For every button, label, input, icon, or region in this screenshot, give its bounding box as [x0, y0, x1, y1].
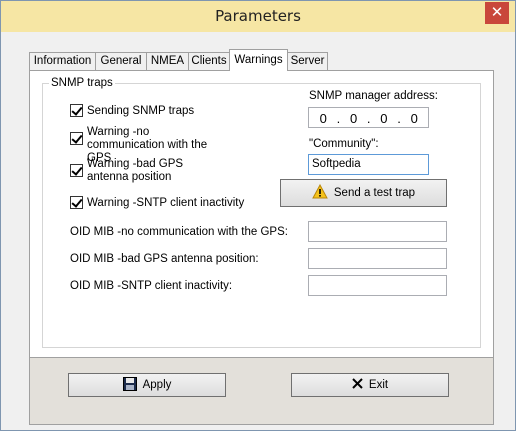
- x-icon: [352, 378, 363, 392]
- snmp-manager-address-label: SNMP manager address:: [309, 90, 438, 102]
- community-input[interactable]: Softpedia: [308, 154, 429, 175]
- tab-server[interactable]: Server: [287, 52, 328, 70]
- send-test-trap-label: Send a test trap: [333, 187, 416, 199]
- group-title: SNMP traps: [49, 77, 115, 89]
- checkbox-label: Sending SNMP traps: [87, 105, 195, 117]
- warning-sntp-inactivity-checkbox[interactable]: [70, 196, 83, 209]
- parameters-window: Parameters ✕ Information General NMEA Cl…: [0, 0, 516, 431]
- oid-sntp-inactivity-input[interactable]: [308, 275, 447, 296]
- oid-no-communication-label: OID MIB -no communication with the GPS:: [70, 226, 288, 238]
- close-icon: ✕: [490, 3, 504, 21]
- tab-general[interactable]: General: [95, 52, 147, 70]
- ip-dot: .: [366, 111, 372, 126]
- dialog-client-area: Information General NMEA Clients Warning…: [9, 32, 509, 425]
- tab-warnings[interactable]: Warnings: [229, 49, 288, 71]
- oid-sntp-inactivity-label: OID MIB -SNTP client inactivity:: [70, 280, 233, 292]
- ip-octet: 0: [380, 111, 388, 126]
- ip-dot: .: [397, 111, 402, 126]
- warning-no-communication-checkbox[interactable]: [70, 132, 83, 145]
- exit-label: Exit: [368, 379, 389, 391]
- ip-octet: 0: [319, 111, 328, 126]
- warning-icon: [312, 183, 328, 202]
- close-button[interactable]: ✕: [485, 2, 509, 24]
- community-label: "Community":: [309, 138, 379, 150]
- warnings-tab-panel: SNMP traps Sending SNMP traps Warning -n…: [29, 70, 494, 362]
- button-bar: Apply Exit: [29, 357, 494, 425]
- ip-octet: 0: [410, 111, 419, 126]
- checkbox-label: Warning -bad GPS antenna position: [87, 158, 184, 183]
- oid-bad-antenna-input[interactable]: [308, 248, 447, 269]
- apply-button[interactable]: Apply: [68, 373, 226, 397]
- oid-no-communication-input[interactable]: [308, 221, 447, 242]
- ip-octet: 0: [349, 111, 358, 126]
- ip-dot: .: [336, 111, 341, 126]
- sending-snmp-traps-checkbox[interactable]: [70, 104, 83, 117]
- checkbox-label: Warning -SNTP client inactivity: [87, 197, 245, 209]
- snmp-traps-group: SNMP traps Sending SNMP traps Warning -n…: [42, 77, 481, 348]
- community-value: Softpedia: [312, 158, 361, 170]
- window-title: Parameters: [215, 7, 301, 25]
- floppy-disk-icon: [122, 376, 137, 394]
- warning-bad-antenna-checkbox[interactable]: [70, 164, 83, 177]
- send-test-trap-button[interactable]: Send a test trap: [280, 179, 447, 207]
- oid-bad-antenna-label: OID MIB -bad GPS antenna position:: [70, 253, 259, 265]
- tab-information[interactable]: Information: [29, 52, 96, 70]
- apply-label: Apply: [142, 379, 172, 391]
- exit-button[interactable]: Exit: [291, 373, 449, 397]
- snmp-manager-address-input[interactable]: 0 . 0 . 0 . 0: [308, 107, 429, 128]
- tab-nmea[interactable]: NMEA: [146, 52, 189, 70]
- tab-clients[interactable]: Clients: [188, 52, 230, 70]
- title-bar[interactable]: Parameters ✕: [1, 1, 515, 32]
